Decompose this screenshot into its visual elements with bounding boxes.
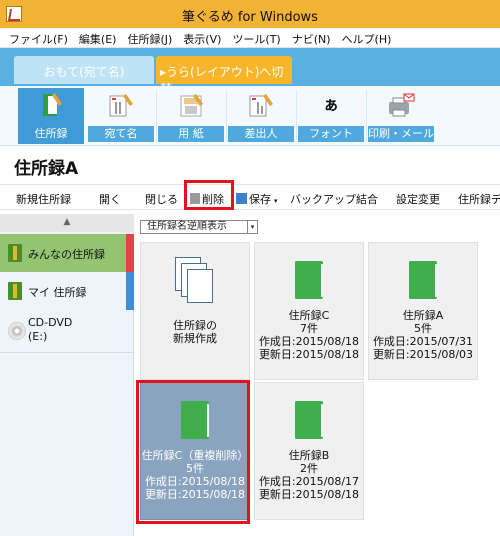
sidebar-item-label: CD-DVD bbox=[28, 316, 73, 329]
menu-address-book[interactable]: 住所録(J) bbox=[122, 28, 178, 47]
close-button[interactable]: 閉じる bbox=[145, 191, 178, 207]
card-text: 住所録の bbox=[173, 319, 217, 332]
ribbon-paper-button[interactable]: 用 紙 bbox=[158, 88, 224, 144]
scroll-up-button[interactable]: ▲ bbox=[0, 214, 134, 232]
ribbon-divider bbox=[366, 90, 367, 142]
sidebar-item-label: マイ 住所録 bbox=[28, 286, 87, 299]
card-created: 作成日:2015/08/17 bbox=[258, 475, 360, 488]
ribbon-label: 住所録 bbox=[34, 127, 68, 140]
delete-highlight bbox=[184, 180, 234, 210]
ribbon: 住所録 宛て名 用 紙 差出人 ぁあ フォント 印刷・メール bbox=[0, 86, 500, 146]
tab-omote-label: おもて(宛て名) bbox=[43, 65, 125, 79]
ribbon-font-button[interactable]: ぁあ フォント bbox=[298, 88, 364, 144]
sort-order-value: 住所録名逆順表示 bbox=[147, 221, 227, 232]
menu-navi[interactable]: ナビ(N) bbox=[287, 28, 337, 47]
sidebar-item-shared-books[interactable]: みんなの住所録 bbox=[0, 234, 134, 272]
save-icon bbox=[236, 193, 247, 204]
card-count: 7件 bbox=[300, 322, 318, 335]
ribbon-label: 印刷・メール bbox=[368, 126, 434, 142]
card-count: 5件 bbox=[414, 322, 432, 335]
backup-button[interactable]: バックアップ bbox=[290, 191, 356, 207]
address-book-data-button[interactable]: 住所録デ bbox=[458, 191, 500, 207]
ribbon-divider bbox=[156, 90, 157, 142]
new-address-book-card[interactable]: 住所録の 新規作成 bbox=[140, 242, 250, 380]
sidebar-accent bbox=[126, 234, 134, 272]
mode-bar: おもて(宛て名) ▸うら(レイアウト)へ切替 bbox=[0, 48, 500, 96]
card-name: 住所録B bbox=[288, 449, 330, 462]
font-icon: ぁあ bbox=[322, 95, 339, 144]
card-updated: 更新日:2015/08/03 bbox=[372, 348, 474, 361]
window-title: 筆ぐるめ for Windows bbox=[182, 10, 318, 25]
printer-icon bbox=[386, 90, 416, 120]
switch-to-ura-button[interactable]: ▸うら(レイアウト)へ切替 bbox=[156, 56, 292, 96]
ribbon-address-book-button[interactable]: 住所録 bbox=[18, 88, 84, 144]
menu-view[interactable]: 表示(V) bbox=[178, 28, 227, 47]
selection-highlight bbox=[136, 380, 250, 524]
sort-order-select[interactable]: 住所録名逆順表示 ▾ bbox=[140, 220, 258, 234]
sender-card-icon bbox=[246, 90, 276, 120]
open-button[interactable]: 開く bbox=[99, 191, 121, 207]
ribbon-recipient-button[interactable]: 宛て名 bbox=[88, 88, 154, 144]
card-name: 住所録C bbox=[288, 309, 330, 322]
address-book-card[interactable]: 住所録C 7件 作成日:2015/08/18 更新日:2015/08/18 bbox=[254, 242, 364, 380]
sidebar-divider bbox=[0, 352, 134, 353]
ribbon-sender-button[interactable]: 差出人 bbox=[228, 88, 294, 144]
chevron-down-icon: ▾ bbox=[274, 197, 278, 205]
ribbon-divider bbox=[296, 90, 297, 142]
card-created: 作成日:2015/08/18 bbox=[258, 335, 360, 348]
menu-file[interactable]: ファイル(F) bbox=[4, 28, 74, 47]
card-count: 2件 bbox=[300, 462, 318, 475]
save-button[interactable]: 保存 ▾ bbox=[236, 191, 278, 207]
menu-tools[interactable]: ツール(T) bbox=[227, 28, 286, 47]
ribbon-divider bbox=[226, 90, 227, 142]
recipient-card-icon bbox=[106, 90, 136, 120]
card-created: 作成日:2015/07/31 bbox=[372, 335, 474, 348]
title-bar: 筆ぐるめ for Windows bbox=[0, 0, 500, 28]
card-updated: 更新日:2015/08/18 bbox=[258, 348, 360, 361]
sidebar: ▲ みんなの住所録 マイ 住所録 CD-DVD (E:) bbox=[0, 214, 134, 536]
save-label: 保存 bbox=[249, 193, 271, 206]
menu-bar: ファイル(F) 編集(E) 住所録(J) 表示(V) ツール(T) ナビ(N) … bbox=[0, 28, 500, 48]
address-book-icon bbox=[295, 261, 323, 299]
sidebar-item-drive: (E:) bbox=[28, 330, 48, 343]
address-book-icon bbox=[295, 401, 323, 439]
ribbon-label: フォント bbox=[298, 126, 364, 142]
ribbon-label: 差出人 bbox=[228, 126, 294, 142]
settings-change-button[interactable]: 設定変更 bbox=[396, 191, 440, 207]
card-name: 住所録A bbox=[402, 309, 444, 322]
sidebar-item-my-books[interactable]: マイ 住所録 bbox=[0, 272, 134, 310]
menu-help[interactable]: ヘルプ(H) bbox=[337, 28, 398, 47]
address-book-folder-icon bbox=[8, 244, 22, 262]
card-updated: 更新日:2015/08/18 bbox=[258, 488, 360, 501]
sidebar-item-cd-dvd[interactable]: CD-DVD (E:) bbox=[0, 312, 134, 352]
ribbon-print-mail-button[interactable]: 印刷・メール bbox=[368, 88, 434, 144]
tab-omote[interactable]: おもて(宛て名) bbox=[14, 56, 154, 84]
address-book-folder-icon bbox=[8, 282, 22, 300]
toolbar: 新規住所録 開く 閉じる 削除 保存 ▾ バックアップ 結合 設定変更 住所録デ bbox=[0, 184, 500, 210]
merge-button[interactable]: 結合 bbox=[356, 191, 378, 207]
address-book-icon bbox=[409, 261, 437, 299]
chevron-down-icon: ▾ bbox=[247, 221, 257, 233]
paper-icon bbox=[176, 90, 206, 120]
new-address-book-button[interactable]: 新規住所録 bbox=[16, 191, 71, 207]
page-title: 住所録A bbox=[14, 159, 79, 179]
menu-edit[interactable]: 編集(E) bbox=[74, 28, 123, 47]
sidebar-item-label: みんなの住所録 bbox=[28, 248, 105, 261]
address-book-card[interactable]: 住所録A 5件 作成日:2015/07/31 更新日:2015/08/03 bbox=[368, 242, 478, 380]
ribbon-label: 用 紙 bbox=[158, 126, 224, 142]
sidebar-accent bbox=[126, 272, 134, 310]
ribbon-label: 宛て名 bbox=[88, 126, 154, 142]
address-book-icon bbox=[36, 90, 66, 120]
address-book-card[interactable]: 住所録B 2件 作成日:2015/08/17 更新日:2015/08/18 bbox=[254, 382, 364, 520]
new-document-icon bbox=[175, 257, 215, 305]
card-text: 新規作成 bbox=[173, 332, 217, 345]
cd-dvd-icon bbox=[8, 322, 26, 340]
